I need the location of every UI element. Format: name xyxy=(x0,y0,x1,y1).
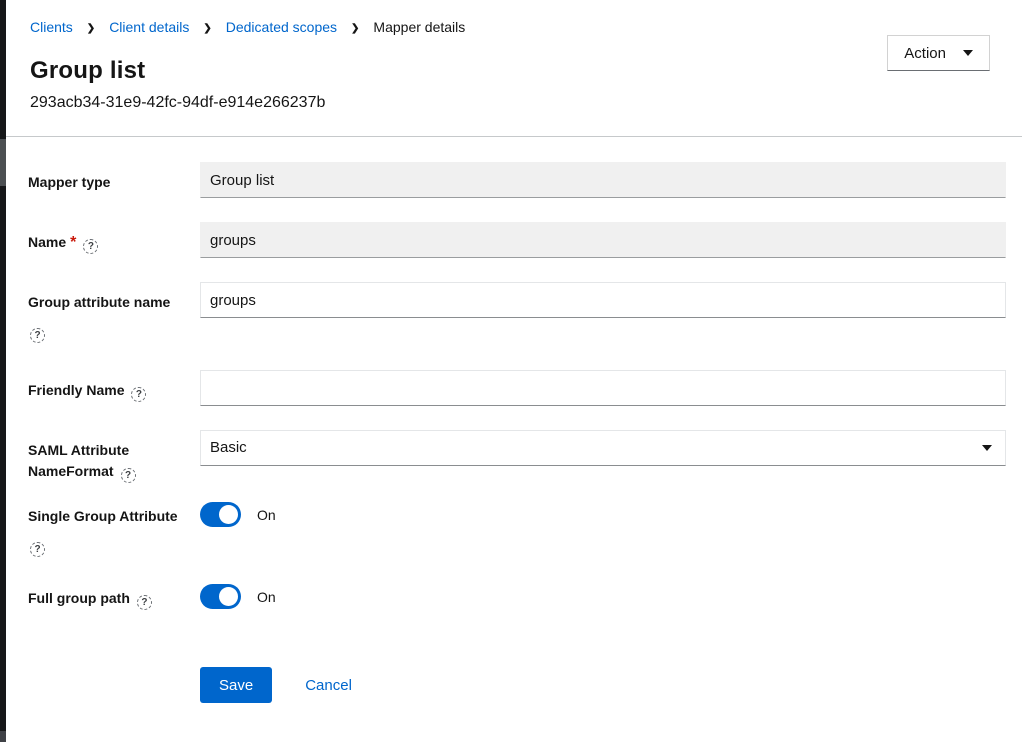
sidebar-active-item-edge xyxy=(0,139,6,186)
saml-attribute-nameformat-help-icon[interactable]: ? xyxy=(121,468,136,483)
chevron-down-icon xyxy=(963,50,973,56)
chevron-right-icon: ❯ xyxy=(351,23,359,34)
group-attribute-name-label: Group attribute name xyxy=(28,294,170,310)
breadcrumb: Clients ❯ Client details ❯ Dedicated sco… xyxy=(30,19,990,35)
page-header: Clients ❯ Client details ❯ Dedicated sco… xyxy=(6,0,1022,112)
saml-attribute-nameformat-select[interactable]: Basic xyxy=(200,430,1006,466)
breadcrumb-link-dedicated-scopes[interactable]: Dedicated scopes xyxy=(226,19,337,35)
toggle-knob xyxy=(219,587,238,606)
cancel-link[interactable]: Cancel xyxy=(305,677,352,694)
single-group-attribute-state-label: On xyxy=(257,507,276,523)
form-row-saml-attribute-nameformat: SAML Attribute NameFormat? Basic xyxy=(28,430,1006,484)
saml-attribute-nameformat-label: SAML Attribute NameFormat xyxy=(28,442,129,480)
save-button[interactable]: Save xyxy=(200,667,272,703)
form-actions-row: Save Cancel xyxy=(28,667,1006,703)
friendly-name-help-icon[interactable]: ? xyxy=(131,387,146,402)
full-group-path-state-label: On xyxy=(257,589,276,605)
friendly-name-input[interactable] xyxy=(200,370,1006,406)
action-dropdown-label: Action xyxy=(904,45,946,62)
breadcrumb-current-mapper-details: Mapper details xyxy=(373,19,465,35)
form-row-name: Name*? xyxy=(28,222,1006,258)
saml-attribute-nameformat-selected-value: Basic xyxy=(210,439,247,456)
name-help-icon[interactable]: ? xyxy=(83,239,98,254)
full-group-path-toggle[interactable] xyxy=(200,584,241,609)
form-row-full-group-path: Full group path? On xyxy=(28,584,1006,610)
form-row-friendly-name: Friendly Name? xyxy=(28,370,1006,406)
mapper-id: 293acb34-31e9-42fc-94df-e914e266237b xyxy=(30,94,990,112)
page-title: Group list xyxy=(30,57,990,85)
breadcrumb-link-client-details[interactable]: Client details xyxy=(109,19,189,35)
required-asterisk: * xyxy=(70,234,76,251)
sidebar-bottom-edge xyxy=(0,731,6,742)
single-group-attribute-label: Single Group Attribute xyxy=(28,508,178,524)
breadcrumb-link-clients[interactable]: Clients xyxy=(30,19,73,35)
mapper-form: Mapper type Name*? Group attribute name … xyxy=(6,137,1022,703)
group-attribute-name-help-icon[interactable]: ? xyxy=(30,328,45,343)
chevron-right-icon: ❯ xyxy=(87,23,95,34)
mapper-details-page: Clients ❯ Client details ❯ Dedicated sco… xyxy=(6,0,1022,703)
form-row-group-attribute-name: Group attribute name ? xyxy=(28,282,1006,343)
form-row-mapper-type: Mapper type xyxy=(28,162,1006,198)
mapper-type-input xyxy=(200,162,1006,198)
mapper-type-label: Mapper type xyxy=(28,174,110,190)
action-dropdown-button[interactable]: Action xyxy=(887,35,990,71)
single-group-attribute-toggle[interactable] xyxy=(200,502,241,527)
toggle-knob xyxy=(219,505,238,524)
name-input xyxy=(200,222,1006,258)
friendly-name-label: Friendly Name xyxy=(28,382,124,398)
group-attribute-name-input[interactable] xyxy=(200,282,1006,318)
single-group-attribute-help-icon[interactable]: ? xyxy=(30,542,45,557)
chevron-down-icon xyxy=(982,445,992,451)
chevron-right-icon: ❯ xyxy=(203,23,211,34)
full-group-path-help-icon[interactable]: ? xyxy=(137,595,152,610)
form-row-single-group-attribute: Single Group Attribute ? On xyxy=(28,502,1006,557)
collapsed-sidebar-edge xyxy=(0,0,6,742)
name-label: Name xyxy=(28,234,66,250)
full-group-path-label: Full group path xyxy=(28,590,130,606)
